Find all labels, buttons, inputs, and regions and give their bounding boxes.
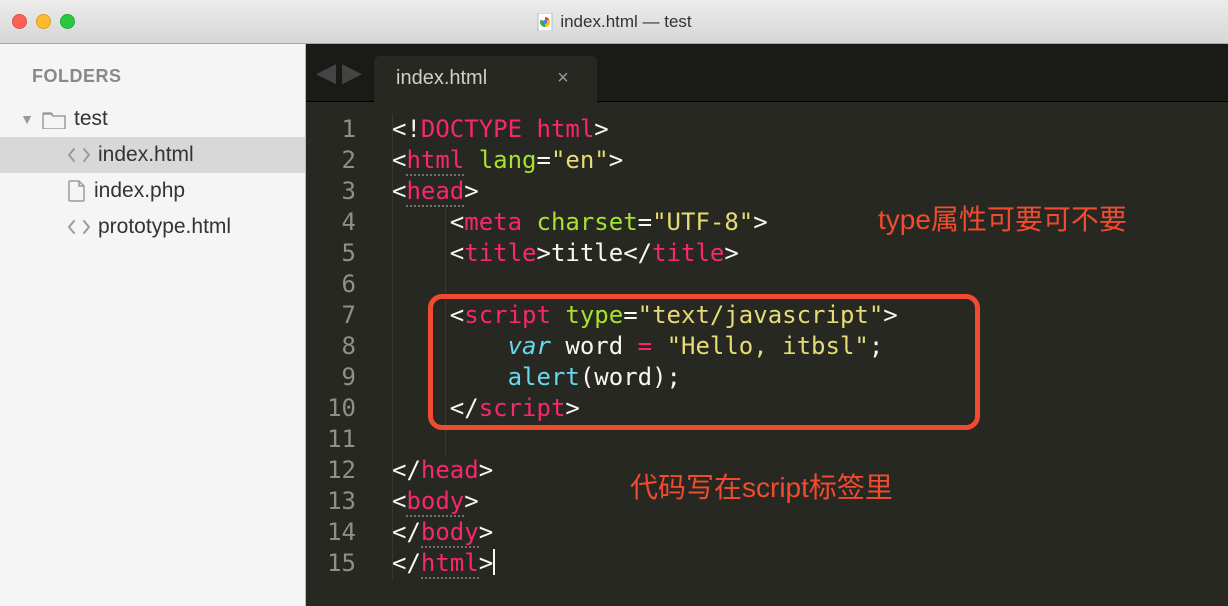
sidebar-item-index-php[interactable]: index.php bbox=[0, 173, 305, 209]
sidebar-folder-test[interactable]: ▼ test bbox=[0, 101, 305, 137]
sidebar-item-prototype-html[interactable]: prototype.html bbox=[0, 209, 305, 245]
code-icon bbox=[68, 147, 90, 163]
sidebar-item-label: index.html bbox=[98, 143, 194, 167]
disclosure-down-icon[interactable]: ▼ bbox=[20, 111, 34, 127]
text-cursor bbox=[493, 549, 495, 575]
close-window-button[interactable] bbox=[12, 14, 27, 29]
sidebar-item-index-html[interactable]: index.html bbox=[0, 137, 305, 173]
maximize-window-button[interactable] bbox=[60, 14, 75, 29]
close-tab-icon[interactable]: × bbox=[557, 67, 569, 90]
code-icon bbox=[68, 219, 90, 235]
minimize-window-button[interactable] bbox=[36, 14, 51, 29]
chrome-file-icon bbox=[536, 13, 554, 31]
tab-history-back[interactable]: ◀ bbox=[316, 57, 336, 88]
sidebar-item-label: index.php bbox=[94, 179, 185, 203]
editor-area: ◀ ▶ index.html × 123456789101112131415 <… bbox=[306, 44, 1228, 606]
sidebar-heading: FOLDERS bbox=[0, 44, 305, 101]
folder-icon bbox=[42, 109, 66, 129]
window-title: index.html — test bbox=[0, 12, 1228, 32]
code-body[interactable]: <!DOCTYPE html> <html lang="en"> <head> … bbox=[370, 114, 1228, 606]
line-gutter: 123456789101112131415 bbox=[306, 114, 370, 606]
window-controls bbox=[12, 14, 75, 29]
code-area[interactable]: 123456789101112131415 <!DOCTYPE html> <h… bbox=[306, 102, 1228, 606]
window-titlebar: index.html — test bbox=[0, 0, 1228, 44]
tab-history-forward[interactable]: ▶ bbox=[342, 57, 362, 88]
sidebar: FOLDERS ▼ test index.html index.php prot… bbox=[0, 44, 306, 606]
sidebar-folder-label: test bbox=[74, 107, 108, 131]
tab-index-html[interactable]: index.html × bbox=[374, 56, 597, 102]
sidebar-item-label: prototype.html bbox=[98, 215, 231, 239]
tab-bar: ◀ ▶ index.html × bbox=[306, 44, 1228, 102]
file-icon bbox=[68, 180, 86, 202]
tab-label: index.html bbox=[396, 67, 487, 90]
